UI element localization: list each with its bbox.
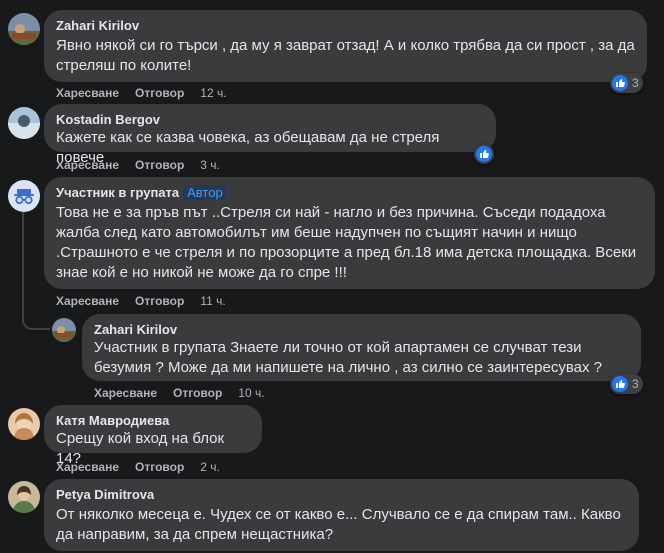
avatar[interactable] bbox=[52, 318, 76, 342]
like-reaction-icon bbox=[612, 75, 628, 91]
comment-actions: Харесване Отговор 11 ч. bbox=[56, 293, 226, 309]
like-button[interactable]: Харесване bbox=[56, 86, 119, 100]
reply-button[interactable]: Отговор bbox=[135, 86, 184, 100]
like-button[interactable]: Харесване bbox=[56, 294, 119, 308]
comment-text: От няколко месеца е. Чудех се от какво е… bbox=[56, 506, 621, 543]
avatar[interactable] bbox=[8, 13, 40, 45]
author-badge: Автор bbox=[183, 185, 227, 200]
avatar[interactable] bbox=[8, 408, 40, 440]
author-name[interactable]: Участник в групата bbox=[56, 185, 179, 200]
comment-author[interactable]: Kostadin Bergov bbox=[56, 112, 484, 128]
timestamp[interactable]: 3 ч. bbox=[200, 158, 220, 172]
avatar[interactable] bbox=[8, 481, 40, 513]
reaction-count[interactable]: 3 bbox=[610, 374, 643, 394]
comment-author[interactable]: Zahari Kirilov bbox=[56, 18, 635, 34]
comment-actions: Харесване Отговор 10 ч. bbox=[94, 385, 265, 401]
comment-bubble: Zahari Kirilov Явно някой си го търси , … bbox=[44, 10, 647, 82]
incognito-icon bbox=[14, 189, 34, 205]
comment-text: Това не е за пръв път ..Стреля си най - … bbox=[56, 204, 637, 281]
timestamp[interactable]: 2 ч. bbox=[200, 460, 220, 474]
comment-actions: Харесване Отговор 3 ч. bbox=[56, 157, 220, 173]
like-reaction-icon bbox=[612, 376, 628, 392]
timestamp[interactable]: 11 ч. bbox=[200, 294, 225, 308]
comment-author[interactable]: Zahari Kirilov bbox=[94, 322, 629, 338]
comment-actions: Харесване Отговор 12 ч. bbox=[56, 85, 227, 101]
comment-bubble: Катя Мавродиева Срещу кой вход на блок 1… bbox=[44, 405, 262, 467]
comment-actions: Харесване Отговор 2 ч. bbox=[56, 459, 220, 475]
reply-button[interactable]: Отговор bbox=[135, 460, 184, 474]
timestamp[interactable]: 10 ч. bbox=[238, 386, 264, 400]
comment-text: Явно някой си го търси , да му я заврат … bbox=[56, 37, 635, 74]
reply-button[interactable]: Отговор bbox=[135, 158, 184, 172]
comment-author: Участник в групата Автор bbox=[56, 185, 643, 201]
timestamp[interactable]: 12 ч. bbox=[200, 86, 226, 100]
like-button[interactable]: Харесване bbox=[94, 386, 157, 400]
reaction-count[interactable] bbox=[474, 144, 494, 164]
reply-button[interactable]: Отговор bbox=[135, 294, 184, 308]
comment-bubble: Kostadin Bergov Кажете как се казва чове… bbox=[44, 104, 496, 166]
comment-bubble: Petya Dimitrova От няколко месеца е. Чуд… bbox=[44, 479, 639, 551]
reply-thread-line bbox=[22, 212, 50, 330]
avatar[interactable] bbox=[8, 107, 40, 139]
like-button[interactable]: Харесване bbox=[56, 158, 119, 172]
comment-author[interactable]: Petya Dimitrova bbox=[56, 487, 627, 503]
comment-author[interactable]: Катя Мавродиева bbox=[56, 413, 250, 429]
reaction-count[interactable]: 3 bbox=[610, 73, 643, 93]
comment-text: Участник в групата Знаете ли точно от ко… bbox=[94, 339, 602, 376]
comment-bubble: Участник в групата Автор Това не е за пръ… bbox=[44, 177, 655, 289]
like-button[interactable]: Харесване bbox=[56, 460, 119, 474]
like-reaction-icon bbox=[476, 146, 492, 162]
reply-bubble: Zahari Kirilov Участник в групата Знаете… bbox=[82, 314, 641, 381]
anonymous-member-avatar[interactable] bbox=[8, 180, 40, 212]
reply-button[interactable]: Отговор bbox=[173, 386, 222, 400]
